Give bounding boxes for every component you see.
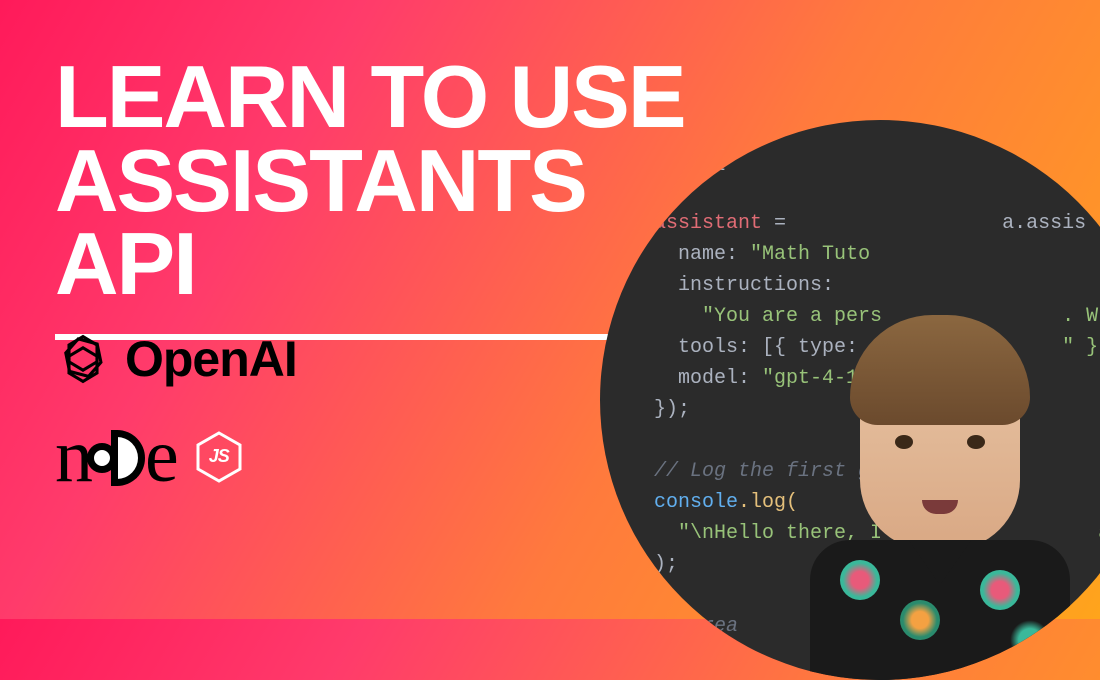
openai-logo: OpenAI — [55, 330, 297, 388]
js-label: JS — [209, 446, 229, 467]
openai-icon — [55, 331, 111, 387]
person-shirt — [810, 540, 1070, 680]
person-head — [860, 340, 1020, 550]
node-text: ne — [55, 413, 176, 500]
person-hair — [850, 315, 1030, 425]
title-block: LEARN TO USE ASSISTANTS API — [55, 55, 705, 340]
nodejs-logo: ne JS — [55, 413, 297, 500]
title-line-2: ASSISTANTS API — [55, 139, 705, 306]
person-photo — [800, 300, 1080, 680]
js-hex-icon: JS — [196, 431, 242, 483]
code-circle: main() { assistant = a.assis name: "Math… — [600, 120, 1100, 680]
openai-text: OpenAI — [125, 330, 297, 388]
person-mouth — [922, 500, 958, 514]
title-line-1: LEARN TO USE — [55, 55, 705, 139]
logo-block: OpenAI ne JS — [55, 330, 297, 500]
person-eyes — [895, 435, 985, 449]
